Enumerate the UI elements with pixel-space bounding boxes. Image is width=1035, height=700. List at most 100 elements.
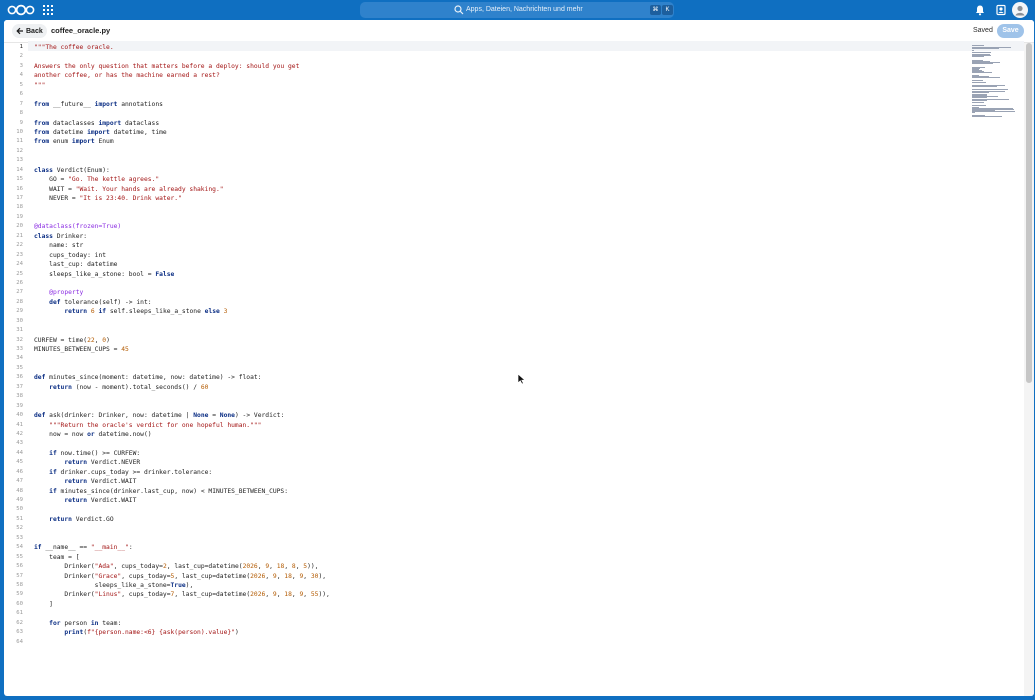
code-line[interactable]: def minutes_since(moment: datetime, now:… [34, 373, 964, 382]
line-number: 45 [16, 459, 23, 466]
code-line[interactable] [34, 156, 964, 165]
code-line[interactable]: CURFEW = time(22, 0) [34, 336, 964, 345]
save-button[interactable]: Save [997, 24, 1024, 38]
minimap-line [972, 49, 974, 51]
code-line[interactable]: name: str [34, 241, 964, 250]
code-line[interactable] [34, 524, 964, 533]
code-line[interactable]: NEVER = "It is 23:40. Drink water." [34, 194, 964, 203]
code-line[interactable] [34, 213, 964, 222]
line-number: 61 [16, 610, 23, 617]
back-button[interactable]: Back [12, 24, 47, 38]
line-number: 42 [16, 430, 23, 437]
code-line[interactable]: """ [34, 81, 964, 90]
code-line[interactable]: return Verdict.NEVER [34, 458, 964, 467]
code-line[interactable]: return 6 if self.sleeps_like_a_stone els… [34, 307, 964, 316]
code-line[interactable]: another coffee, or has the machine earne… [34, 71, 964, 80]
minimap-line [972, 111, 1015, 113]
code-line[interactable]: return (now - moment).total_seconds() / … [34, 383, 964, 392]
code-line[interactable] [34, 505, 964, 514]
code-line[interactable]: team = [ [34, 553, 964, 562]
code-line[interactable] [34, 439, 964, 448]
line-number: 54 [16, 544, 23, 551]
code-line[interactable] [34, 203, 964, 212]
code-line[interactable]: @dataclass(frozen=True) [34, 222, 964, 231]
code-line[interactable] [34, 534, 964, 543]
code-line[interactable] [34, 317, 964, 326]
code-content[interactable]: """The coffee oracle. Answers the only qu… [34, 43, 964, 647]
code-line[interactable]: if now.time() >= CURFEW: [34, 449, 964, 458]
top-bar: Apps, Dateien, Nachrichten und mehr ⌘ K [0, 0, 1035, 20]
apps-grid-icon[interactable] [43, 5, 53, 15]
code-line[interactable]: now = now or datetime.now() [34, 430, 964, 439]
code-line[interactable]: @property [34, 288, 964, 297]
minimap-line [972, 115, 1002, 117]
code-line[interactable]: if drinker.cups_today >= drinker.toleran… [34, 468, 964, 477]
line-number: 28 [16, 298, 23, 305]
code-line[interactable]: from datetime import datetime, time [34, 128, 964, 137]
code-line[interactable]: print(f"{person.name:<6} {ask(person).va… [34, 628, 964, 637]
notifications-bell-icon[interactable] [974, 4, 986, 16]
line-number: 6 [19, 91, 23, 98]
line-number: 62 [16, 619, 23, 626]
line-number: 50 [16, 506, 23, 513]
code-line[interactable] [34, 279, 964, 288]
line-number: 47 [16, 478, 23, 485]
code-line[interactable]: from enum import Enum [34, 137, 964, 146]
line-number: 38 [16, 393, 23, 400]
line-number: 46 [16, 468, 23, 475]
code-line[interactable] [34, 90, 964, 99]
contacts-icon[interactable] [995, 4, 1007, 16]
code-line[interactable] [34, 326, 964, 335]
code-line[interactable] [34, 609, 964, 618]
code-line[interactable]: for person in team: [34, 619, 964, 628]
code-line[interactable]: from dataclasses import dataclass [34, 119, 964, 128]
line-number: 51 [16, 515, 23, 522]
line-number: 64 [16, 638, 23, 645]
mouse-pointer-icon [517, 373, 526, 385]
code-line[interactable]: def tolerance(self) -> int: [34, 298, 964, 307]
line-number: 13 [16, 157, 23, 164]
nextcloud-logo-icon[interactable] [7, 4, 35, 16]
line-number: 12 [16, 147, 23, 154]
code-line[interactable] [34, 52, 964, 61]
scrollbar-thumb[interactable] [1026, 43, 1032, 383]
code-line[interactable] [34, 364, 964, 373]
code-line[interactable] [34, 392, 964, 401]
code-line[interactable]: class Verdict(Enum): [34, 166, 964, 175]
code-line[interactable]: from __future__ import annotations [34, 100, 964, 109]
code-line[interactable]: GO = "Go. The kettle agrees." [34, 175, 964, 184]
code-line[interactable]: sleeps_like_a_stone: bool = False [34, 270, 964, 279]
code-line[interactable]: if __name__ == "__main__": [34, 543, 964, 552]
code-line[interactable]: return Verdict.WAIT [34, 496, 964, 505]
code-minimap[interactable] [972, 45, 1016, 117]
code-line[interactable] [34, 402, 964, 411]
user-avatar[interactable] [1012, 2, 1028, 18]
code-line[interactable]: Answers the only question that matters b… [34, 62, 964, 71]
code-line[interactable] [34, 638, 964, 647]
code-line[interactable] [34, 354, 964, 363]
unified-search-input[interactable]: Apps, Dateien, Nachrichten und mehr ⌘ K [360, 2, 674, 18]
code-line[interactable]: return Verdict.GO [34, 515, 964, 524]
code-line[interactable]: Drinker("Linus", cups_today=7, last_cup=… [34, 590, 964, 599]
code-line[interactable]: if minutes_since(drinker.last_cup, now) … [34, 487, 964, 496]
code-editor[interactable]: 1 2 3 4 5 6 7 8 9 10 11 12 13 14 15 16 17 18 19 20 21 22 23 24 2… [4, 41, 1034, 696]
line-number: 52 [16, 525, 23, 532]
code-line[interactable]: """The coffee oracle. [34, 43, 964, 52]
code-line[interactable]: """Return the oracle's verdict for one h… [34, 421, 964, 430]
line-number: 58 [16, 581, 23, 588]
code-line[interactable]: cups_today: int [34, 251, 964, 260]
search-placeholder: Apps, Dateien, Nachrichten und mehr [466, 6, 583, 13]
code-line[interactable]: def ask(drinker: Drinker, now: datetime … [34, 411, 964, 420]
line-number: 40 [16, 412, 23, 419]
code-line[interactable]: sleeps_like_a_stone=True), [34, 581, 964, 590]
code-line[interactable]: class Drinker: [34, 232, 964, 241]
code-line[interactable]: Drinker("Grace", cups_today=5, last_cup=… [34, 572, 964, 581]
code-line[interactable]: last_cup: datetime [34, 260, 964, 269]
code-line[interactable]: Drinker("Ada", cups_today=2, last_cup=da… [34, 562, 964, 571]
code-line[interactable] [34, 109, 964, 118]
code-line[interactable]: return Verdict.WAIT [34, 477, 964, 486]
code-line[interactable]: ] [34, 600, 964, 609]
code-line[interactable]: MINUTES_BETWEEN_CUPS = 45 [34, 345, 964, 354]
code-line[interactable] [34, 147, 964, 156]
code-line[interactable]: WAIT = "Wait. Your hands are already sha… [34, 185, 964, 194]
